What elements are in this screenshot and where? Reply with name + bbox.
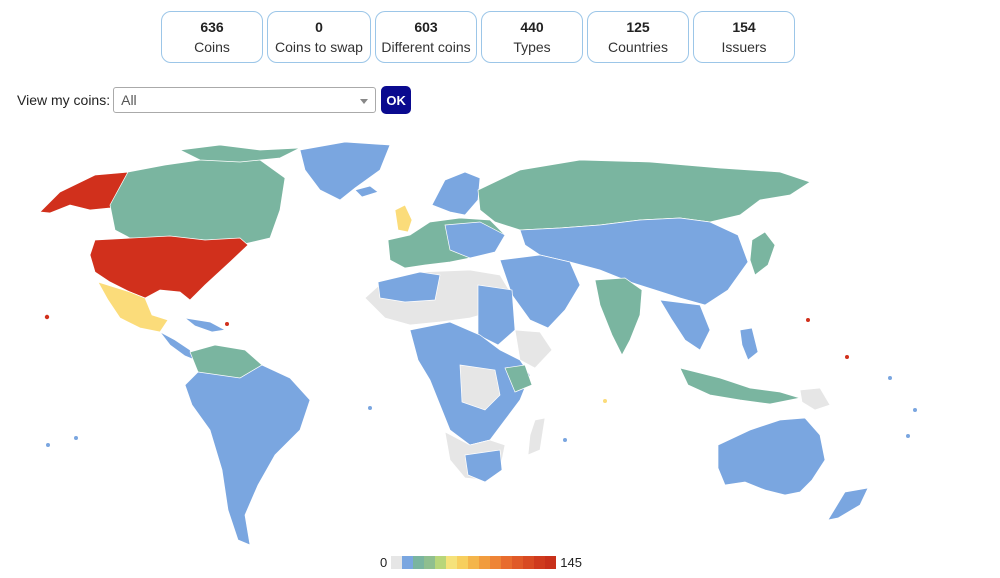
stat-value: 440	[520, 19, 544, 35]
stat-label: Types	[513, 39, 551, 55]
region-madagascar[interactable]	[527, 417, 546, 456]
legend-color-scale	[391, 556, 557, 569]
stat-value: 125	[626, 19, 650, 35]
stat-coins[interactable]: 636 Coins	[161, 11, 263, 63]
island-dot[interactable]	[46, 443, 50, 447]
stat-label: Coins to swap	[275, 39, 363, 55]
island-dot[interactable]	[368, 406, 372, 410]
legend-swatch	[501, 556, 513, 569]
island-dot[interactable]	[845, 355, 849, 359]
view-coins-label: View my coins:	[17, 92, 111, 108]
island-dot[interactable]	[888, 376, 892, 380]
legend-max: 145	[560, 555, 582, 570]
island-dot[interactable]	[74, 436, 78, 440]
region-australia[interactable]	[717, 417, 826, 496]
legend-swatch	[435, 556, 447, 569]
legend-swatch	[545, 556, 557, 569]
map-legend: 0 145	[380, 555, 582, 570]
region-indonesia[interactable]	[679, 367, 801, 405]
island-dot[interactable]	[603, 399, 607, 403]
select-value: All	[121, 92, 137, 108]
legend-swatch	[523, 556, 535, 569]
stat-label: Different coins	[381, 39, 471, 55]
region-canada[interactable]	[109, 154, 286, 246]
region-new-zealand[interactable]	[827, 487, 869, 521]
stat-label: Issuers	[721, 39, 767, 55]
region-iceland[interactable]	[354, 185, 379, 198]
region-philippines[interactable]	[739, 327, 759, 361]
ok-button[interactable]: OK	[381, 86, 412, 114]
region-central-america[interactable]	[159, 331, 196, 361]
stat-value: 636	[200, 19, 224, 35]
legend-swatch	[512, 556, 524, 569]
stat-label: Coins	[194, 39, 230, 55]
region-india[interactable]	[594, 277, 643, 356]
stat-countries[interactable]: 125 Countries	[587, 11, 689, 63]
legend-swatch	[534, 556, 546, 569]
view-coins-select[interactable]: All	[113, 87, 377, 113]
stat-label: Countries	[608, 39, 668, 55]
stats-bar: 636 Coins 0 Coins to swap 603 Different …	[161, 11, 795, 63]
world-map	[39, 141, 917, 546]
legend-swatch	[413, 556, 425, 569]
legend-swatch	[479, 556, 491, 569]
island-dot[interactable]	[913, 408, 917, 412]
stat-coins-to-swap[interactable]: 0 Coins to swap	[267, 11, 371, 63]
region-papua[interactable]	[799, 387, 831, 411]
legend-swatch	[457, 556, 469, 569]
legend-swatch	[391, 556, 403, 569]
region-southeast-asia[interactable]	[659, 299, 711, 351]
region-scandinavia[interactable]	[431, 171, 481, 216]
legend-min: 0	[380, 555, 388, 570]
stat-types[interactable]: 440 Types	[481, 11, 583, 63]
stat-value: 0	[315, 19, 323, 35]
view-coins-filter: View my coins: All OK	[17, 86, 412, 114]
stat-different-coins[interactable]: 603 Different coins	[375, 11, 477, 63]
island-dot[interactable]	[806, 318, 810, 322]
island-dot[interactable]	[563, 438, 567, 442]
region-caribbean[interactable]	[183, 317, 227, 333]
island-dot[interactable]	[225, 322, 229, 326]
stat-value: 154	[732, 19, 756, 35]
island-dot[interactable]	[44, 314, 50, 320]
region-south-america[interactable]	[184, 364, 311, 546]
legend-swatch	[446, 556, 458, 569]
region-canada-islands[interactable]	[178, 144, 301, 163]
legend-swatch	[468, 556, 480, 569]
region-uk[interactable]	[394, 204, 413, 233]
legend-swatch	[490, 556, 502, 569]
stat-issuers[interactable]: 154 Issuers	[693, 11, 795, 63]
chevron-down-icon	[360, 99, 369, 104]
stat-value: 603	[414, 19, 438, 35]
region-japan[interactable]	[749, 231, 776, 276]
legend-swatch	[402, 556, 414, 569]
island-dot[interactable]	[906, 434, 910, 438]
legend-swatch	[424, 556, 436, 569]
region-maghreb[interactable]	[377, 271, 441, 303]
region-egypt-sudan[interactable]	[477, 284, 516, 346]
